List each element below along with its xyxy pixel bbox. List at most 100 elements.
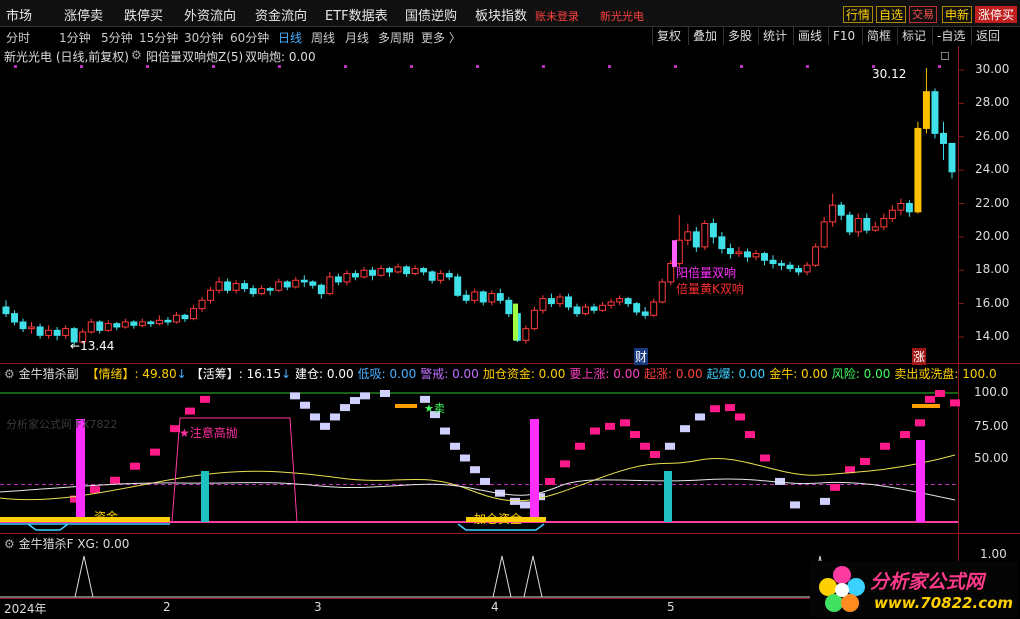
sub1-field-value: : 0.00 [444, 367, 479, 381]
sub2-ytick-1: 1.00 [980, 547, 1007, 561]
sub1-field-value: : 0.00 [381, 367, 417, 381]
candle-body [334, 276, 342, 283]
candle-body [854, 218, 862, 233]
candle-body [215, 281, 223, 291]
emotion-step [330, 413, 340, 421]
sub1-ytick-50: 50.00 [974, 451, 1009, 465]
candle-body [224, 281, 232, 291]
main-ytick-label: 24.00 [975, 162, 1010, 177]
main-pane-title: 新光光电 (日线,前复权) [4, 50, 129, 64]
candle-body [547, 298, 555, 305]
candle-body [735, 251, 743, 255]
sub1-field-6: 要上涨: 0.00 [569, 367, 640, 381]
sub1-field-value: : 49.80 [134, 367, 177, 381]
emotion-step [680, 425, 690, 433]
candle-body [2, 306, 10, 315]
pane-maximize-icon[interactable]: ◻ [940, 48, 950, 62]
candle-body [539, 298, 547, 311]
candle-body [62, 328, 70, 336]
sub1-field-value: : 0.00 [793, 367, 828, 381]
candle-body [565, 296, 572, 308]
candle-body [11, 313, 19, 323]
sell-mark-bar [395, 404, 417, 408]
sub1-field-11: 卖出或洗盘: 100.0 [894, 367, 996, 381]
candle-body [104, 323, 112, 331]
emotion-step [935, 390, 945, 397]
main-ytick-label: 18.00 [975, 262, 1010, 277]
xg-spike [523, 555, 543, 598]
emotion-step [380, 390, 390, 397]
candle-body [309, 281, 317, 286]
emotion-step [745, 431, 755, 439]
sub2-settings-icon[interactable]: ⚙ [4, 537, 15, 551]
emotion-step [575, 442, 585, 450]
sub1-field-2: 建仓: 0.00 [295, 367, 354, 381]
candle-body [368, 269, 376, 276]
sub1-header: ⚙ 金牛猎杀副 【情绪】: 49.80↓ 【活筹】: 16.15↓ 建仓: 0.00… [4, 365, 997, 382]
emotion-step [710, 405, 720, 413]
sub1-title[interactable]: 金牛猎杀副 [19, 367, 79, 381]
annot-capital: 资金 [94, 510, 119, 524]
candle-body [190, 308, 197, 320]
event-dot [674, 65, 677, 68]
sub1-field-label: 起爆 [706, 367, 731, 381]
emotion-step [830, 483, 840, 491]
annot-sell: ★卖 [424, 402, 445, 415]
sub1-field-label: 【活筹】 [190, 367, 239, 381]
sub1-settings-icon[interactable]: ⚙ [4, 367, 15, 381]
emotion-step [760, 454, 770, 462]
candle-body [684, 231, 692, 241]
main-indicator-name[interactable]: 阳倍量双响炮Z(5) [146, 48, 243, 65]
candle-body [258, 288, 266, 295]
sub1-field-8: 起爆: 0.00 [707, 367, 766, 381]
limit-up-mark[interactable]: 涨 [912, 348, 927, 365]
candlestick-series [2, 67, 956, 347]
candle-body [803, 264, 811, 273]
candle-body [360, 269, 368, 278]
finance-mark[interactable]: 财 [634, 348, 649, 365]
candle-body [266, 288, 274, 291]
xaxis-apr: 4 [491, 600, 499, 614]
event-dot [278, 65, 281, 68]
candle-body [275, 281, 283, 291]
settings-icon[interactable]: ⚙ [131, 48, 142, 62]
sub2-header: ⚙ 金牛猎杀F XG: 0.00 [4, 535, 129, 552]
emotion-step [185, 407, 195, 415]
candle-body [113, 323, 121, 328]
xaxis-may: 5 [667, 600, 675, 614]
emotion-step [440, 427, 450, 435]
emotion-step [860, 458, 870, 466]
candle-body [701, 223, 709, 248]
candle-body [437, 273, 445, 281]
sub1-ytick-100: 100.0 [974, 385, 1009, 399]
emotion-step [470, 466, 480, 474]
main-indicator-value: 双响炮: 0.00 [245, 50, 316, 64]
emotion-step [950, 399, 960, 407]
candle-body [948, 142, 956, 173]
candle-body [428, 271, 436, 281]
sub1-field-label: 加仓资金 [482, 367, 531, 381]
sub1-field-label: 要上涨 [569, 367, 606, 381]
candle-body [326, 276, 334, 295]
sub1-field-value: : 0.00 [319, 367, 354, 381]
candle-body [837, 204, 845, 216]
candle-body [624, 298, 632, 305]
sub1-field-label: 警戒 [420, 367, 445, 381]
candle-body [769, 259, 777, 265]
main-ytick-label: 14.00 [975, 329, 1010, 343]
sub1-field-value: : 0.00 [530, 367, 566, 381]
sub1-field-3: 低吸: 0.00 [358, 367, 417, 381]
sub1-field-label: 卖出或洗盘 [894, 367, 955, 381]
emotion-step [620, 419, 630, 427]
candle-body [846, 214, 854, 233]
candle-body [172, 314, 180, 323]
sub1-field-value: : 100.0 [954, 367, 997, 381]
event-dot [806, 65, 809, 68]
sub1-field-label: 金牛 [769, 367, 794, 381]
emotion-step [545, 477, 555, 485]
candle-body [28, 326, 36, 330]
candle-body [462, 294, 470, 301]
candle-body [718, 236, 726, 250]
sub2-title[interactable]: 金牛猎杀F [19, 537, 74, 551]
candle-body [87, 321, 95, 333]
